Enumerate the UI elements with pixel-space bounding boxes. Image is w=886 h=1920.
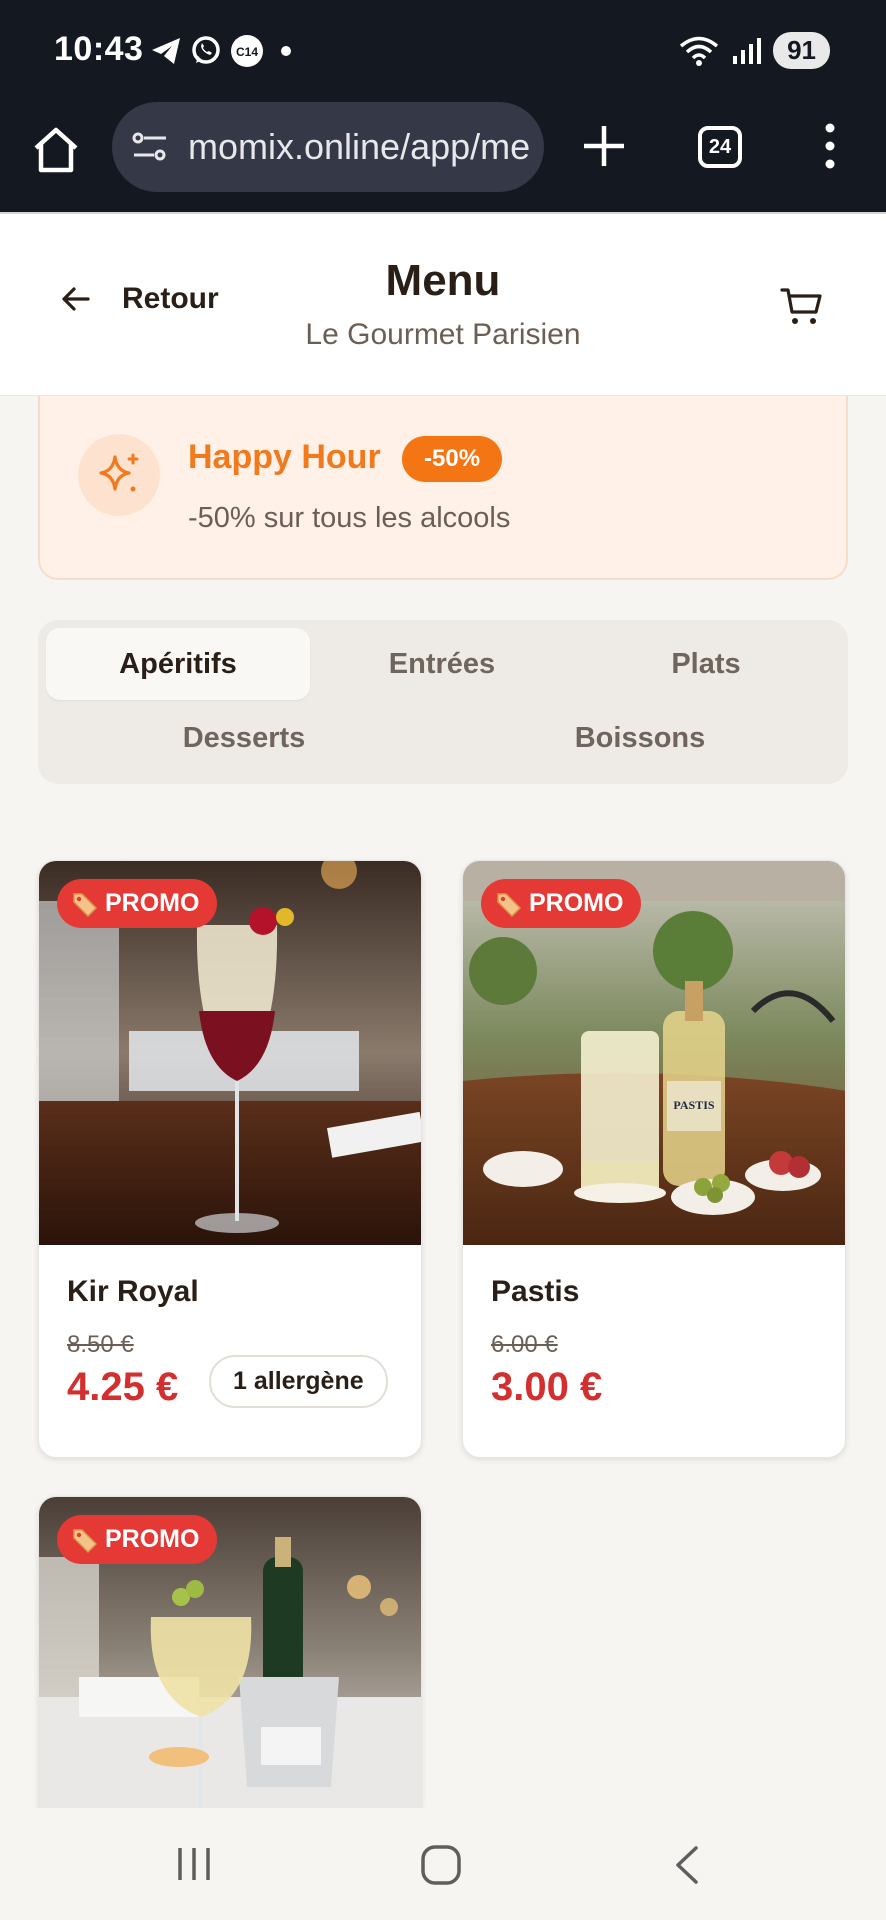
product-card-kir-royal[interactable]: PROMO Kir Royal 8.50 € 4.25 € 1 allergèn… — [38, 860, 422, 1458]
url-bar[interactable]: momix.online/app/me — [112, 102, 544, 192]
product-info: Pastis 6.00 € 3.00 € — [463, 1245, 845, 1457]
product-image: PROMO — [39, 861, 421, 1245]
svg-text:PASTIS: PASTIS — [673, 1098, 714, 1112]
tab-count: 24 — [708, 135, 732, 158]
new-tab-icon[interactable] — [578, 120, 630, 172]
svg-text:C14: C14 — [236, 45, 258, 59]
tab-switcher-button[interactable]: 24 — [698, 126, 742, 168]
tab-aperitifs[interactable]: Apéritifs — [46, 628, 310, 700]
home-nav-icon[interactable] — [420, 1844, 462, 1886]
tab-entrees[interactable]: Entrées — [310, 628, 574, 700]
discounted-price: 3.00 € — [491, 1365, 603, 1409]
url-text: momix.online/app/me — [188, 126, 531, 167]
product-card-third[interactable]: PROMO — [38, 1496, 422, 1808]
happy-hour-title: Happy Hour — [188, 438, 381, 476]
status-bar: 10:43 C14 91 — [0, 0, 886, 100]
original-price: 6.00 € — [491, 1331, 558, 1358]
whatsapp-icon — [192, 36, 220, 64]
promo-badge: PROMO — [57, 1515, 218, 1564]
battery-indicator: 91 — [773, 32, 830, 69]
allergen-badge[interactable]: 1 allergène — [209, 1355, 388, 1408]
signal-icon — [733, 37, 762, 64]
system-icons: 91 — [679, 32, 830, 69]
sparkles-icon — [99, 453, 139, 492]
promo-label: PROMO — [529, 889, 624, 917]
browser-toolbar: momix.online/app/me 24 — [0, 100, 886, 212]
promo-label: PROMO — [105, 1525, 200, 1553]
tab-desserts[interactable]: Desserts — [46, 702, 442, 774]
app-header: Retour Menu Le Gourmet Parisien — [0, 212, 886, 396]
tag-icon — [73, 1528, 98, 1553]
promo-badge: PROMO — [481, 879, 642, 928]
back-nav-icon[interactable] — [672, 1844, 702, 1886]
product-image: PASTIS PROMO — [463, 861, 845, 1245]
category-tabs: Apéritifs Entrées Plats Desserts Boisson… — [38, 620, 848, 784]
recent-apps-icon[interactable] — [174, 1844, 214, 1884]
site-settings-icon[interactable] — [130, 127, 170, 167]
product-image: PROMO — [39, 1497, 421, 1808]
promo-label: PROMO — [105, 889, 200, 917]
page-title: Menu — [385, 256, 501, 305]
more-options-icon[interactable] — [820, 120, 840, 172]
happy-hour-banner: Happy Hour -50% -50% sur tous les alcool… — [38, 396, 848, 580]
cart-icon[interactable] — [780, 284, 824, 328]
tag-icon — [73, 892, 98, 917]
tab-plats[interactable]: Plats — [574, 628, 838, 700]
restaurant-name: Le Gourmet Parisien — [305, 318, 581, 351]
tag-icon — [497, 892, 522, 917]
product-name: Pastis — [491, 1275, 580, 1308]
product-name: Kir Royal — [67, 1275, 199, 1308]
header-center: Menu Le Gourmet Parisien — [0, 256, 886, 352]
notification-icons: C14 — [150, 34, 296, 68]
discount-badge: -50% — [402, 436, 503, 482]
status-time: 10:43 — [54, 30, 144, 68]
home-icon[interactable] — [28, 122, 84, 178]
sparkles-icon-wrapper — [78, 434, 160, 516]
c14-icon: C14 — [231, 35, 263, 67]
promo-badge: PROMO — [57, 879, 218, 928]
product-info: Kir Royal 8.50 € 4.25 € 1 allergène — [39, 1245, 421, 1457]
happy-hour-description: -50% sur tous les alcools — [188, 502, 511, 534]
telegram-icon — [152, 38, 180, 64]
tab-boissons[interactable]: Boissons — [442, 702, 838, 774]
dot-icon — [281, 46, 291, 56]
wifi-icon — [679, 36, 719, 66]
product-card-pastis[interactable]: PASTIS PROMO Pastis 6.00 € 3.00 € — [462, 860, 846, 1458]
system-navigation-bar — [0, 1808, 886, 1920]
